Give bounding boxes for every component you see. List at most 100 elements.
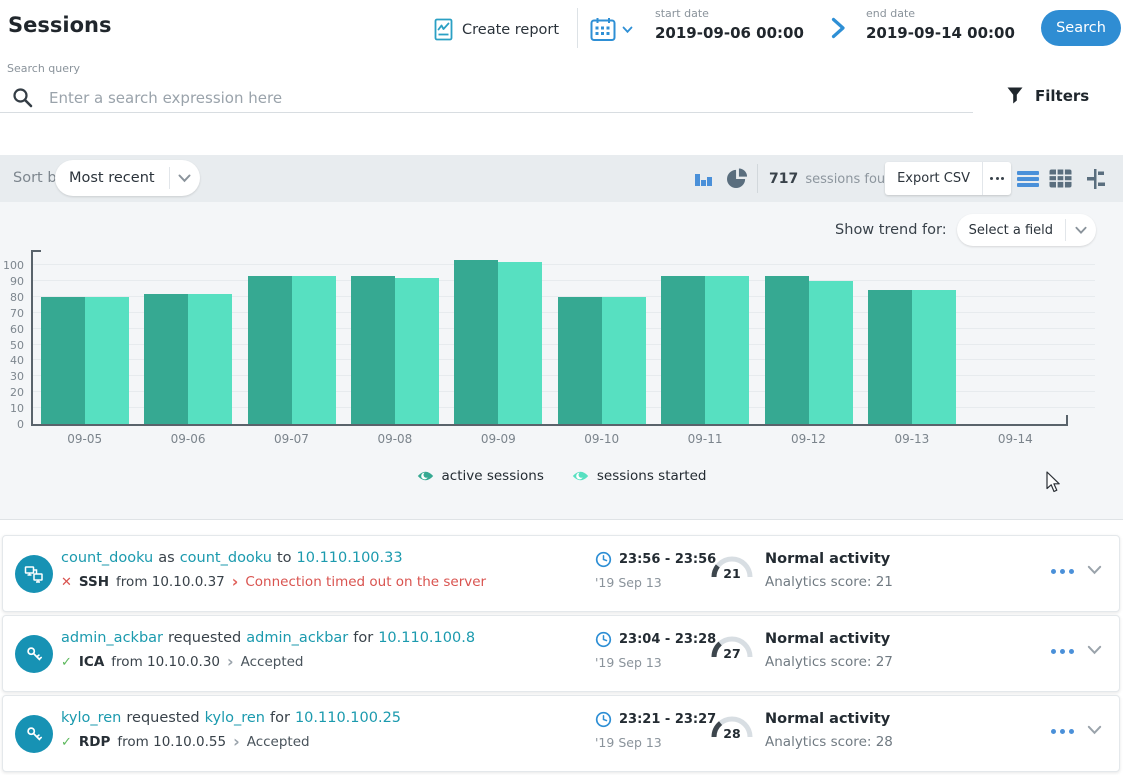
session-account-link[interactable]: admin_ackbar (246, 630, 348, 646)
bar-sessions-started (292, 276, 336, 424)
chevron-down-icon (622, 26, 633, 34)
x-axis-tick-label: 09-14 (964, 432, 1067, 446)
x-axis-tick-label: 09-09 (447, 432, 550, 446)
filters-button[interactable]: Filters (1006, 86, 1089, 105)
session-activity: Normal activity Analytics score: 28 (765, 711, 893, 750)
filters-label: Filters (1035, 87, 1089, 105)
check-icon (61, 656, 72, 669)
error-icon (61, 576, 72, 589)
y-axis-tick-label: 80 (10, 291, 24, 304)
bar-sessions-started (912, 290, 956, 424)
bar-sessions-started (395, 278, 439, 424)
bar-chart-view-icon[interactable] (694, 169, 713, 188)
clock-icon (595, 551, 612, 568)
session-user-link[interactable]: admin_ackbar (61, 630, 163, 646)
start-date-value: 2019-09-06 00:00 (655, 24, 804, 42)
session-prep: for (270, 710, 290, 726)
bar-sessions-started (498, 262, 542, 424)
export-csv-button[interactable]: Export CSV (885, 171, 982, 186)
expand-chevron-icon[interactable] (1087, 725, 1102, 735)
sessions-found-count: 717 (769, 171, 798, 187)
x-axis-tick-label: 09-07 (240, 432, 343, 446)
x-axis-labels: 09-0509-0609-0709-0809-0909-1009-1109-12… (33, 432, 1067, 448)
bar-sessions-started (85, 297, 129, 424)
y-axis-tick-label: 70 (10, 307, 24, 320)
session-target-link[interactable]: 10.110.100.33 (297, 550, 403, 566)
session-card[interactable]: admin_ackbar requested admin_ackbar for … (2, 615, 1120, 692)
score-gauge: 28 (709, 712, 755, 754)
more-actions-button[interactable] (1051, 729, 1074, 734)
session-time: 23:04 - 23:28 '19 Sep 13 (595, 631, 716, 670)
end-date-field[interactable]: end date 2019-09-14 00:00 (866, 7, 1015, 42)
start-date-field[interactable]: start date 2019-09-06 00:00 (655, 7, 804, 42)
flow-view-icon[interactable] (1084, 169, 1106, 189)
sessions-found-text: 717 sessions found (769, 171, 902, 187)
search-button[interactable]: Search (1041, 10, 1121, 46)
create-report-button[interactable]: Create report (434, 18, 559, 41)
search-bar (0, 83, 973, 113)
date-range-arrow-icon (831, 16, 846, 40)
score-gauge: 27 (709, 632, 755, 674)
search-icon (12, 87, 33, 108)
header-divider (577, 8, 578, 48)
search-input[interactable] (47, 88, 811, 108)
session-card[interactable]: count_dooku as count_dooku to 10.110.100… (2, 535, 1120, 612)
funnel-icon (1006, 86, 1024, 105)
check-icon (61, 736, 72, 749)
expand-chevron-icon[interactable] (1087, 565, 1102, 575)
session-account-link[interactable]: count_dooku (180, 550, 272, 566)
y-axis-tick-label: 50 (10, 339, 24, 352)
session-prep: for (353, 630, 373, 646)
time-range: 23:04 - 23:28 (619, 632, 716, 647)
clock-icon (595, 711, 612, 728)
table-view-icon[interactable] (1049, 169, 1072, 188)
session-target-link[interactable]: 10.110.100.25 (295, 710, 401, 726)
list-view-icon[interactable] (1016, 170, 1040, 188)
y-axis-tick-label: 60 (10, 323, 24, 336)
session-from: from 10.10.0.55 (117, 734, 226, 750)
more-actions-button[interactable] (1051, 649, 1074, 654)
time-range: 23:21 - 23:27 (619, 712, 716, 727)
clock-icon (595, 631, 612, 648)
x-axis-tick-label: 09-08 (343, 432, 446, 446)
session-result: Accepted (247, 734, 310, 750)
session-protocol: RDP (79, 734, 111, 750)
session-date: '19 Sep 13 (595, 575, 716, 590)
pie-chart-view-icon[interactable] (727, 168, 748, 189)
session-result: Connection timed out on the server (245, 574, 486, 590)
x-axis-tick-label: 09-10 (550, 432, 653, 446)
session-account-link[interactable]: kylo_ren (205, 710, 265, 726)
bar-sessions-started (602, 297, 646, 424)
session-from: from 10.10.0.30 (111, 654, 220, 670)
search-query-label: Search query (7, 62, 80, 75)
legend-active-sessions[interactable]: active sessions (417, 468, 544, 484)
end-date-label: end date (866, 7, 1015, 20)
legend-sessions-started[interactable]: sessions started (572, 468, 707, 484)
time-range: 23:56 - 23:56 (619, 552, 716, 567)
session-user-link[interactable]: count_dooku (61, 550, 153, 566)
more-actions-button[interactable] (1051, 569, 1074, 574)
trend-field-select[interactable]: Select a field (957, 214, 1096, 246)
bar-sessions-started (188, 294, 232, 424)
x-axis-tick-label: 09-05 (33, 432, 136, 446)
calendar-button[interactable] (590, 17, 633, 42)
expand-chevron-icon[interactable] (1087, 645, 1102, 655)
session-target-link[interactable]: 10.110.100.8 (378, 630, 475, 646)
activity-label: Normal activity (765, 631, 893, 647)
create-report-label: Create report (462, 22, 559, 38)
eye-icon (417, 469, 434, 483)
legend-label: active sessions (442, 468, 544, 484)
calendar-icon (590, 17, 617, 42)
trend-chart-section: Show trend for: Select a field 010203040… (0, 202, 1123, 520)
y-axis-tick-label: 10 (10, 402, 24, 415)
page-title: Sessions (8, 13, 111, 37)
session-verb: requested (168, 630, 241, 646)
chart-legend: active sessions sessions started (0, 468, 1123, 484)
bar-active-sessions (41, 297, 85, 424)
bar-active-sessions (351, 276, 395, 424)
session-card[interactable]: kylo_ren requested kylo_ren for 10.110.1… (2, 695, 1120, 772)
export-more-button[interactable] (982, 162, 1011, 195)
sort-select[interactable]: Most recent (55, 160, 200, 196)
session-user-link[interactable]: kylo_ren (61, 710, 121, 726)
chart-plot (33, 252, 1067, 424)
